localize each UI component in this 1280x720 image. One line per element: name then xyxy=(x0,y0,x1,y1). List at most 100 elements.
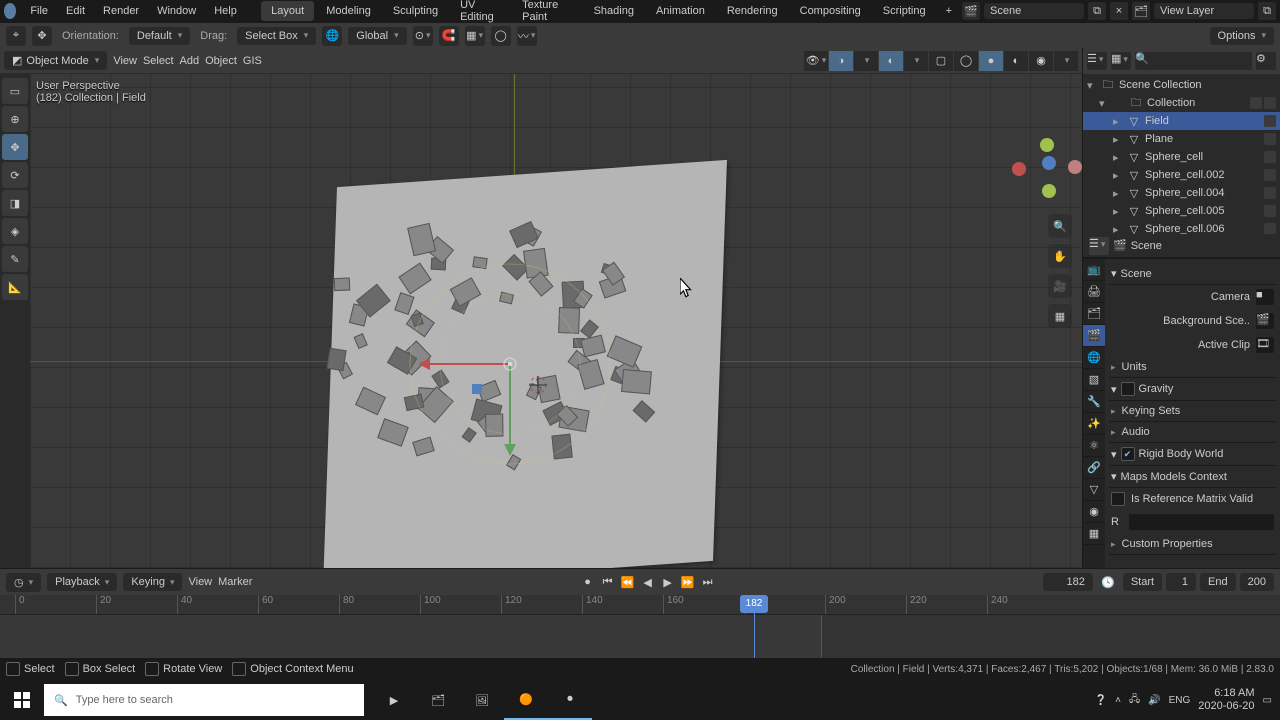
ptab-material[interactable]: ◉ xyxy=(1083,501,1105,523)
overlay-dropdown[interactable] xyxy=(904,51,928,71)
outliner-search[interactable]: 🔍 xyxy=(1135,52,1252,70)
nav-x-icon[interactable] xyxy=(1068,160,1082,174)
gravity-checkbox[interactable] xyxy=(1121,382,1135,396)
menu-help[interactable]: Help xyxy=(206,1,245,21)
shading-render-icon[interactable]: ◉ xyxy=(1029,51,1053,71)
tool-move[interactable]: ✥ xyxy=(2,134,28,160)
vp-menu-object[interactable]: Object xyxy=(205,55,237,67)
menu-window[interactable]: Window xyxy=(149,1,204,21)
collection-vis-icon[interactable] xyxy=(1250,97,1262,109)
ptab-texture[interactable]: ▦ xyxy=(1083,523,1105,545)
start-button[interactable] xyxy=(0,680,44,720)
keying-dropdown[interactable]: Keying xyxy=(123,573,182,591)
start-frame-field[interactable]: 1 xyxy=(1166,573,1196,591)
ptab-viewlayer[interactable]: 🗂 xyxy=(1083,303,1105,325)
vp-menu-add[interactable]: Add xyxy=(180,55,200,67)
ptab-world[interactable]: 🌐 xyxy=(1083,347,1105,369)
transform-dropdown[interactable]: Global xyxy=(348,27,406,45)
nav-z-icon[interactable] xyxy=(1042,156,1056,170)
clip-field[interactable]: 🎞 xyxy=(1256,337,1274,353)
jump-start-button[interactable]: ⏮ xyxy=(599,573,617,591)
panel-units[interactable]: Units xyxy=(1109,357,1276,378)
outliner-item[interactable]: ▸▽Sphere_cell xyxy=(1083,148,1280,166)
autokey-toggle[interactable]: ● xyxy=(579,573,597,591)
tool-cursor[interactable]: ⊕ xyxy=(2,106,28,132)
next-key-button[interactable]: ⏩ xyxy=(679,573,697,591)
tray-notifications-icon[interactable]: ▭ xyxy=(1263,695,1272,706)
ptab-scene[interactable]: 🎬 xyxy=(1083,325,1105,347)
tray-help-icon[interactable]: ❔ xyxy=(1095,695,1107,706)
move-gizmo[interactable] xyxy=(380,234,640,494)
viewlayer-icon[interactable]: 🗂 xyxy=(1132,2,1150,20)
ortho-persp-button[interactable]: ▦ xyxy=(1048,304,1072,328)
ptab-data[interactable]: ▽ xyxy=(1083,479,1105,501)
add-workspace-button[interactable]: + xyxy=(938,1,960,21)
camera-view-button[interactable]: 🎥 xyxy=(1048,274,1072,298)
workspace-tab-animation[interactable]: Animation xyxy=(646,1,715,21)
transform-icon[interactable]: 🌐 xyxy=(322,26,342,46)
rigid-checkbox[interactable] xyxy=(1121,447,1135,461)
panel-custom[interactable]: Custom Properties xyxy=(1109,534,1276,555)
viewlayer-selector[interactable]: View Layer xyxy=(1154,3,1254,19)
scene-icon[interactable]: 🎬 xyxy=(962,2,980,20)
camera-field[interactable]: ■ xyxy=(1256,289,1274,305)
play-reverse-button[interactable]: ◀ xyxy=(639,573,657,591)
panel-scene[interactable]: ▾Scene xyxy=(1109,263,1276,285)
menu-edit[interactable]: Edit xyxy=(58,1,93,21)
end-frame-field[interactable]: 200 xyxy=(1240,573,1274,591)
workspace-tab-rendering[interactable]: Rendering xyxy=(717,1,788,21)
ptab-modifier[interactable]: 🔧 xyxy=(1083,391,1105,413)
vp-menu-select[interactable]: Select xyxy=(143,55,174,67)
vp-menu-view[interactable]: View xyxy=(113,55,137,67)
frame-clock-icon[interactable]: 🕓 xyxy=(1099,573,1117,591)
delete-scene-icon[interactable]: × xyxy=(1110,2,1128,20)
tool-scale[interactable]: ◨ xyxy=(2,190,28,216)
outliner-item[interactable]: ▸▽Field xyxy=(1083,112,1280,130)
task-app-3[interactable]: 🖼 xyxy=(460,680,504,720)
props-type-dropdown[interactable]: ☰ xyxy=(1089,237,1109,255)
shading-dropdown[interactable] xyxy=(1054,51,1078,71)
overlay-toggle-icon[interactable]: ◐ xyxy=(879,51,903,71)
ptab-constraints[interactable]: 🔗 xyxy=(1083,457,1105,479)
timeline-track[interactable]: 020406080100120140160180200220240 182 xyxy=(0,595,1280,658)
workspace-tab-shading[interactable]: Shading xyxy=(584,1,644,21)
tool-rotate[interactable]: ⟳ xyxy=(2,162,28,188)
proportional-toggle-icon[interactable]: ◯ xyxy=(491,26,511,46)
move-tool-header-icon[interactable]: ✥ xyxy=(32,26,52,46)
tool-transform[interactable]: ◈ xyxy=(2,218,28,244)
refmatrix-checkbox[interactable] xyxy=(1111,492,1125,506)
outliner-type-dropdown[interactable]: ☰ xyxy=(1087,52,1107,70)
tray-volume-icon[interactable]: 🔊 xyxy=(1148,695,1160,706)
orientation-dropdown[interactable]: Default xyxy=(129,27,190,45)
jump-end-button[interactable]: ⏭ xyxy=(699,573,717,591)
menu-file[interactable]: File xyxy=(22,1,56,21)
debris-rock[interactable] xyxy=(334,278,350,291)
workspace-tab-sculpting[interactable]: Sculpting xyxy=(383,1,448,21)
mode-dropdown[interactable]: ◩ Object Mode xyxy=(4,51,107,70)
snap-dropdown[interactable]: ▦ xyxy=(465,26,485,46)
workspace-tab-modeling[interactable]: Modeling xyxy=(316,1,381,21)
pivot-dropdown[interactable]: ⊙ xyxy=(413,26,433,46)
panel-gravity[interactable]: ▾Gravity xyxy=(1109,378,1276,401)
taskbar-search[interactable]: 🔍 Type here to search xyxy=(44,684,364,716)
workspace-tab-texture[interactable]: Texture Paint xyxy=(512,0,581,27)
tray-lang[interactable]: ENG xyxy=(1169,695,1191,706)
play-button[interactable]: ▶ xyxy=(659,573,677,591)
panel-maps[interactable]: ▾Maps Models Context xyxy=(1109,466,1276,488)
menu-render[interactable]: Render xyxy=(95,1,147,21)
panel-rigid[interactable]: ▾Rigid Body World xyxy=(1109,443,1276,466)
cursor-tool-icon[interactable]: ⌖ xyxy=(6,26,26,46)
tray-chevron-icon[interactable]: ˄ xyxy=(1115,695,1121,706)
viewport-canvas[interactable]: User Perspective (182) Collection | Fiel… xyxy=(30,74,1082,568)
tray-network-icon[interactable]: 🖧 xyxy=(1129,692,1140,709)
frame-cursor[interactable]: 182 xyxy=(740,595,768,613)
visibility-dropdown[interactable]: 👁 xyxy=(804,51,828,71)
snap-toggle-icon[interactable]: 🧲 xyxy=(439,26,459,46)
panel-audio[interactable]: Audio xyxy=(1109,422,1276,443)
outliner-item[interactable]: ▸▽Sphere_cell.006 xyxy=(1083,220,1280,234)
ptab-particles[interactable]: ✨ xyxy=(1083,413,1105,435)
xray-toggle-icon[interactable]: ▢ xyxy=(929,51,953,71)
vp-menu-gis[interactable]: GIS xyxy=(243,55,262,67)
timeline-type-dropdown[interactable]: ◷ xyxy=(6,573,41,592)
panel-keying[interactable]: Keying Sets xyxy=(1109,401,1276,422)
